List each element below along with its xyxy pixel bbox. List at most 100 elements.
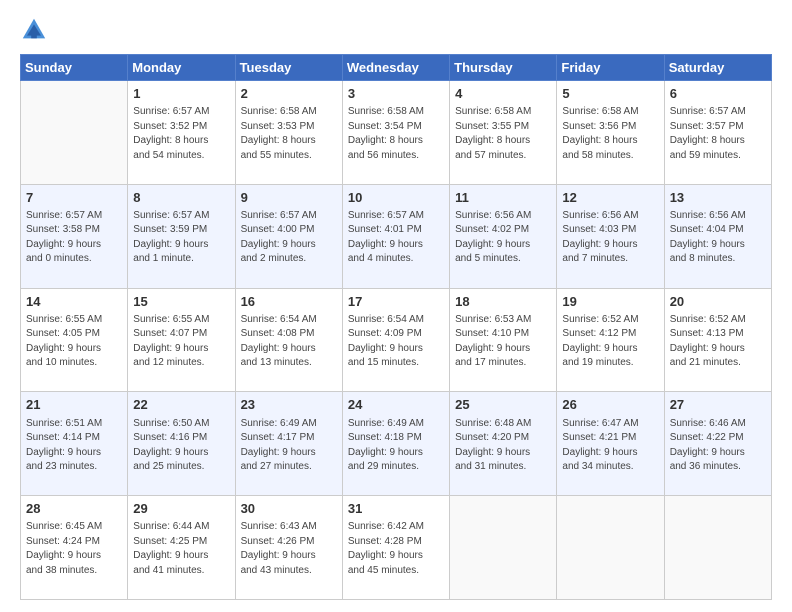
day-info: Sunrise: 6:52 AMSunset: 4:12 PMDaylight:… <box>562 313 658 371</box>
calendar-cell: 31 Sunrise: 6:42 AMSunset: 4:28 PMDayligh… <box>342 496 449 600</box>
calendar-cell: 2Sunrise: 6:58 AMSunset: 3:53 PMDaylight… <box>235 81 342 185</box>
day-number: 17 <box>348 293 444 311</box>
calendar-cell: 21Sunrise: 6:51 AMSunset: 4:14 PMDayligh… <box>21 392 128 496</box>
day-info: Sunrise: 6:55 AMSunset: 4:05 PMDaylight:… <box>26 313 122 371</box>
calendar-cell: 12 Sunrise: 6:56 AMSunset: 4:03 PMDayligh… <box>557 184 664 288</box>
day-info: Sunrise: 6:54 AMSunset: 4:09 PMDaylight:… <box>348 313 444 371</box>
day-number: 28 <box>26 500 122 518</box>
day-info: Sunrise: 6:49 AMSunset: 4:18 PMDaylight:… <box>348 417 444 475</box>
calendar-cell: 7 Sunrise: 6:57 AMSunset: 3:58 PMDaylight… <box>21 184 128 288</box>
calendar-week-row: 14 Sunrise: 6:55 AMSunset: 4:05 PMDayligh… <box>21 288 772 392</box>
day-info: Sunrise: 6:58 AMSunset: 3:55 PMDaylight:… <box>455 105 551 163</box>
day-info: Sunrise: 6:50 AMSunset: 4:16 PMDaylight:… <box>133 417 229 475</box>
day-number: 12 <box>562 189 658 207</box>
calendar-cell: 20 Sunrise: 6:52 AMSunset: 4:13 PMDayligh… <box>664 288 771 392</box>
day-info: Sunrise: 6:53 AMSunset: 4:10 PMDaylight:… <box>455 313 551 371</box>
day-info: Sunrise: 6:57 AMSunset: 3:57 PMDaylight:… <box>670 105 766 163</box>
calendar-cell: 3 Sunrise: 6:58 AMSunset: 3:54 PMDaylight… <box>342 81 449 185</box>
calendar-cell: 11Sunrise: 6:56 AMSunset: 4:02 PMDayligh… <box>450 184 557 288</box>
calendar-cell: 5 Sunrise: 6:58 AMSunset: 3:56 PMDaylight… <box>557 81 664 185</box>
weekday-header-monday: Monday <box>128 55 235 81</box>
day-number: 13 <box>670 189 766 207</box>
calendar-cell <box>557 496 664 600</box>
logo <box>20 16 52 44</box>
day-info: Sunrise: 6:46 AMSunset: 4:22 PMDaylight:… <box>670 417 766 475</box>
calendar-cell <box>664 496 771 600</box>
day-number: 14 <box>26 293 122 311</box>
calendar-cell: 25 Sunrise: 6:48 AMSunset: 4:20 PMDayligh… <box>450 392 557 496</box>
day-number: 26 <box>562 396 658 414</box>
calendar-cell: 19 Sunrise: 6:52 AMSunset: 4:12 PMDayligh… <box>557 288 664 392</box>
day-info: Sunrise: 6:43 AMSunset: 4:26 PMDaylight:… <box>241 520 337 578</box>
day-number: 22 <box>133 396 229 414</box>
calendar-cell: 8 Sunrise: 6:57 AMSunset: 3:59 PMDaylight… <box>128 184 235 288</box>
day-info: Sunrise: 6:57 AMSunset: 3:58 PMDaylight:… <box>26 209 122 267</box>
calendar-cell <box>450 496 557 600</box>
day-number: 10 <box>348 189 444 207</box>
weekday-header-thursday: Thursday <box>450 55 557 81</box>
day-number: 29 <box>133 500 229 518</box>
day-info: Sunrise: 6:56 AMSunset: 4:03 PMDaylight:… <box>562 209 658 267</box>
calendar-table: SundayMondayTuesdayWednesdayThursdayFrid… <box>20 54 772 600</box>
calendar-header-row: SundayMondayTuesdayWednesdayThursdayFrid… <box>21 55 772 81</box>
day-number: 15 <box>133 293 229 311</box>
day-number: 2 <box>241 85 337 103</box>
calendar-cell: 9 Sunrise: 6:57 AMSunset: 4:00 PMDaylight… <box>235 184 342 288</box>
calendar-cell: 1 Sunrise: 6:57 AMSunset: 3:52 PMDaylight… <box>128 81 235 185</box>
day-number: 19 <box>562 293 658 311</box>
day-info: Sunrise: 6:57 AMSunset: 3:59 PMDaylight:… <box>133 209 229 267</box>
calendar-cell: 4Sunrise: 6:58 AMSunset: 3:55 PMDaylight… <box>450 81 557 185</box>
day-number: 18 <box>455 293 551 311</box>
day-info: Sunrise: 6:45 AMSunset: 4:24 PMDaylight:… <box>26 520 122 578</box>
calendar-cell: 27 Sunrise: 6:46 AMSunset: 4:22 PMDayligh… <box>664 392 771 496</box>
calendar-cell: 14 Sunrise: 6:55 AMSunset: 4:05 PMDayligh… <box>21 288 128 392</box>
calendar-cell: 24 Sunrise: 6:49 AMSunset: 4:18 PMDayligh… <box>342 392 449 496</box>
day-number: 7 <box>26 189 122 207</box>
day-info: Sunrise: 6:48 AMSunset: 4:20 PMDaylight:… <box>455 417 551 475</box>
day-number: 1 <box>133 85 229 103</box>
day-number: 8 <box>133 189 229 207</box>
calendar-cell <box>21 81 128 185</box>
weekday-header-tuesday: Tuesday <box>235 55 342 81</box>
calendar-cell: 13 Sunrise: 6:56 AMSunset: 4:04 PMDayligh… <box>664 184 771 288</box>
weekday-header-sunday: Sunday <box>21 55 128 81</box>
day-info: Sunrise: 6:57 AMSunset: 3:52 PMDaylight:… <box>133 105 229 163</box>
calendar-cell: 18 Sunrise: 6:53 AMSunset: 4:10 PMDayligh… <box>450 288 557 392</box>
day-info: Sunrise: 6:51 AMSunset: 4:14 PMDaylight:… <box>26 417 122 475</box>
calendar-cell: 23Sunrise: 6:49 AMSunset: 4:17 PMDayligh… <box>235 392 342 496</box>
calendar-cell: 29 Sunrise: 6:44 AMSunset: 4:25 PMDayligh… <box>128 496 235 600</box>
day-info: Sunrise: 6:58 AMSunset: 3:56 PMDaylight:… <box>562 105 658 163</box>
calendar-cell: 26Sunrise: 6:47 AMSunset: 4:21 PMDayligh… <box>557 392 664 496</box>
day-number: 20 <box>670 293 766 311</box>
day-info: Sunrise: 6:44 AMSunset: 4:25 PMDaylight:… <box>133 520 229 578</box>
day-number: 6 <box>670 85 766 103</box>
day-number: 5 <box>562 85 658 103</box>
day-info: Sunrise: 6:58 AMSunset: 3:54 PMDaylight:… <box>348 105 444 163</box>
day-number: 11 <box>455 189 551 207</box>
day-info: Sunrise: 6:42 AMSunset: 4:28 PMDaylight:… <box>348 520 444 578</box>
day-info: Sunrise: 6:56 AMSunset: 4:04 PMDaylight:… <box>670 209 766 267</box>
day-number: 24 <box>348 396 444 414</box>
day-info: Sunrise: 6:55 AMSunset: 4:07 PMDaylight:… <box>133 313 229 371</box>
day-number: 9 <box>241 189 337 207</box>
calendar-cell: 28 Sunrise: 6:45 AMSunset: 4:24 PMDayligh… <box>21 496 128 600</box>
calendar-cell: 30Sunrise: 6:43 AMSunset: 4:26 PMDayligh… <box>235 496 342 600</box>
calendar-week-row: 21Sunrise: 6:51 AMSunset: 4:14 PMDayligh… <box>21 392 772 496</box>
weekday-header-saturday: Saturday <box>664 55 771 81</box>
weekday-header-friday: Friday <box>557 55 664 81</box>
calendar-cell: 22 Sunrise: 6:50 AMSunset: 4:16 PMDayligh… <box>128 392 235 496</box>
day-number: 27 <box>670 396 766 414</box>
day-info: Sunrise: 6:57 AMSunset: 4:00 PMDaylight:… <box>241 209 337 267</box>
calendar-week-row: 28 Sunrise: 6:45 AMSunset: 4:24 PMDayligh… <box>21 496 772 600</box>
day-info: Sunrise: 6:54 AMSunset: 4:08 PMDaylight:… <box>241 313 337 371</box>
calendar-week-row: 7 Sunrise: 6:57 AMSunset: 3:58 PMDaylight… <box>21 184 772 288</box>
day-number: 25 <box>455 396 551 414</box>
day-number: 31 <box>348 500 444 518</box>
page-header <box>20 16 772 44</box>
day-info: Sunrise: 6:52 AMSunset: 4:13 PMDaylight:… <box>670 313 766 371</box>
day-number: 16 <box>241 293 337 311</box>
calendar-week-row: 1 Sunrise: 6:57 AMSunset: 3:52 PMDaylight… <box>21 81 772 185</box>
day-number: 3 <box>348 85 444 103</box>
logo-icon <box>20 16 48 44</box>
calendar-cell: 10Sunrise: 6:57 AMSunset: 4:01 PMDayligh… <box>342 184 449 288</box>
